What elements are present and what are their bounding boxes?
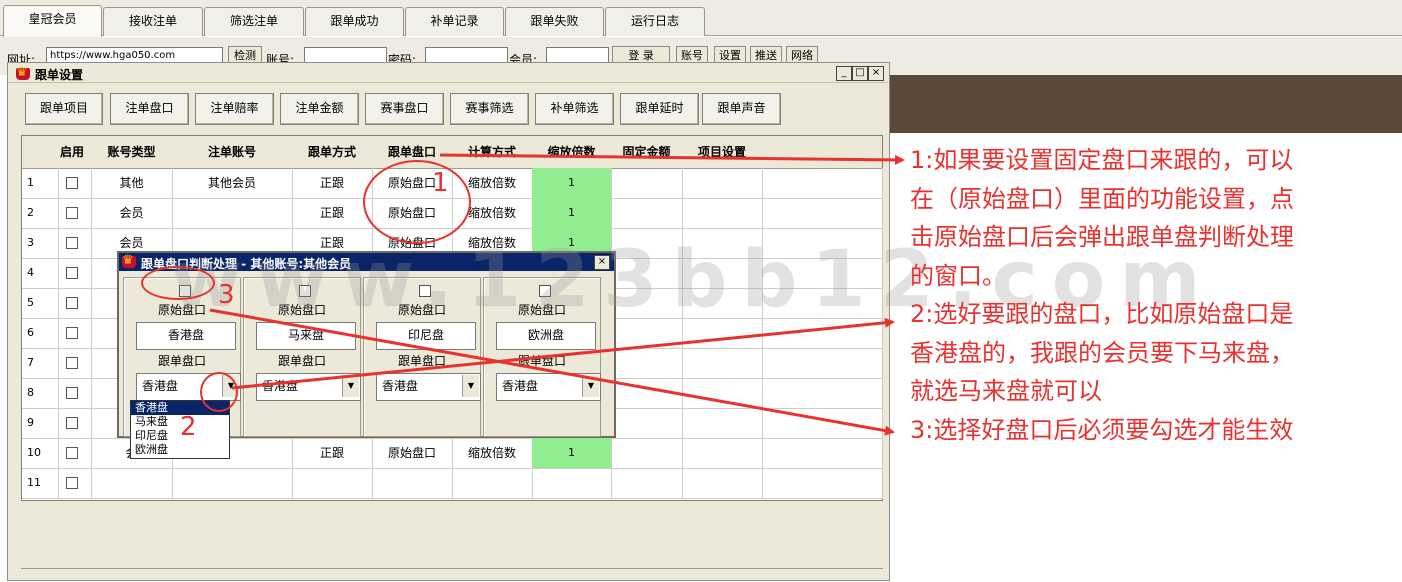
- arrow-3: [209, 308, 895, 436]
- annotation-arrows: [209, 153, 905, 436]
- arrow-1: [439, 153, 905, 165]
